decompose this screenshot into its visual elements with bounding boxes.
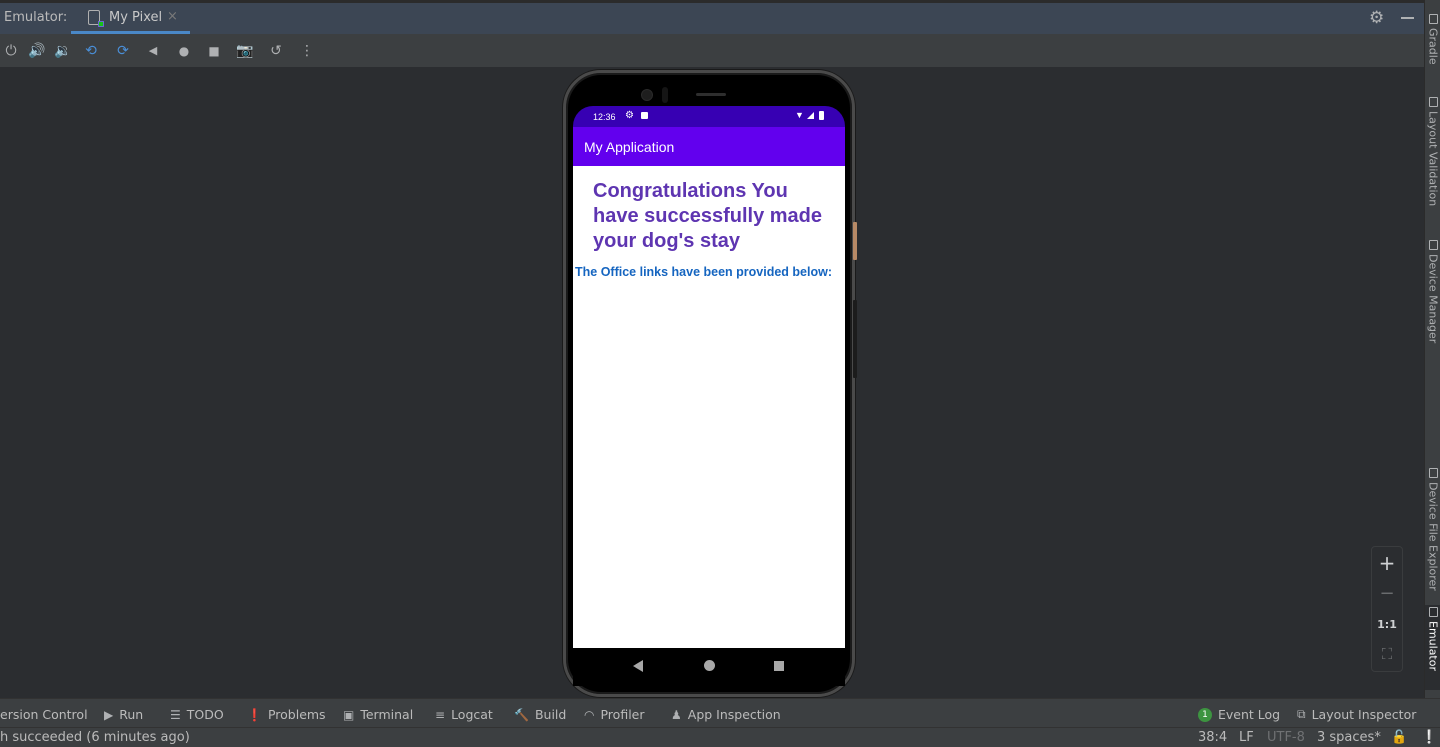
camera-icon[interactable]: 📷 bbox=[236, 42, 254, 60]
close-tab-icon[interactable]: × bbox=[167, 9, 178, 24]
status-time: 12:36 bbox=[593, 112, 616, 122]
tab-emulator[interactable]: Emulator bbox=[1425, 605, 1440, 690]
more-icon[interactable]: ⋮ bbox=[298, 42, 316, 60]
volume-down-icon[interactable]: 🔉 bbox=[54, 42, 72, 60]
tab-gradle[interactable]: Gradle bbox=[1425, 12, 1440, 65]
tool-app-inspection[interactable]: ♟ App Inspection bbox=[671, 707, 781, 722]
sensor bbox=[662, 87, 668, 103]
earpiece-speaker bbox=[696, 93, 726, 96]
zoom-controls: + − 1:1 ⛶ bbox=[1371, 546, 1403, 672]
file-encoding[interactable]: UTF-8 bbox=[1267, 730, 1305, 745]
fit-screen-button[interactable]: ⛶ bbox=[1372, 645, 1402, 663]
tab-my-pixel[interactable]: My Pixel × bbox=[71, 3, 190, 34]
android-status-bar: 12:36 ⚙ ▼ bbox=[573, 106, 845, 127]
layout-validation-icon bbox=[1428, 97, 1438, 107]
settings-notification-icon: ⚙ bbox=[625, 110, 634, 121]
notifications-icon[interactable]: ❕ bbox=[1421, 730, 1437, 745]
app-inspection-icon: ♟ bbox=[671, 707, 682, 722]
tab-layout-validation[interactable]: Layout Validation bbox=[1425, 95, 1440, 206]
event-count-badge: 1 bbox=[1198, 707, 1212, 722]
tool-layout-inspector[interactable]: ⧉ Layout Inspector bbox=[1297, 707, 1416, 722]
device-screen[interactable]: 12:36 ⚙ ▼ My Application Congratulations… bbox=[573, 106, 845, 686]
device-power-button[interactable] bbox=[853, 222, 857, 260]
nav-recents-icon[interactable] bbox=[774, 661, 784, 671]
tool-problems[interactable]: ❗ Problems bbox=[247, 707, 326, 722]
tool-terminal[interactable]: ▣ Terminal bbox=[343, 707, 413, 722]
status-message[interactable]: h succeeded (6 minutes ago) bbox=[0, 730, 190, 745]
home-icon[interactable]: ● bbox=[175, 42, 193, 60]
battery-icon bbox=[819, 111, 824, 120]
caret-position[interactable]: 38:4 bbox=[1198, 730, 1227, 745]
emulator-title-bar: Emulator: My Pixel × ⚙ bbox=[0, 3, 1424, 34]
notification-icon bbox=[641, 112, 648, 119]
terminal-icon: ▣ bbox=[343, 707, 355, 722]
office-links-text: The Office links have been provided belo… bbox=[575, 265, 833, 279]
actual-size-button[interactable]: 1:1 bbox=[1372, 618, 1402, 631]
right-tool-strip: Gradle Layout Validation Device Manager … bbox=[1424, 0, 1440, 698]
layout-inspector-icon: ⧉ bbox=[1297, 707, 1306, 721]
indent-setting[interactable]: 3 spaces* bbox=[1317, 730, 1381, 745]
gradle-icon bbox=[1428, 14, 1438, 24]
android-nav-bar bbox=[573, 648, 845, 686]
logcat-icon: ≡ bbox=[435, 707, 446, 722]
tool-todo[interactable]: ☰ TODO bbox=[170, 707, 224, 722]
power-icon[interactable]: ⏻ bbox=[2, 42, 20, 60]
tab-device-file-explorer[interactable]: Device File Explorer bbox=[1425, 466, 1440, 591]
device-frame: 12:36 ⚙ ▼ My Application Congratulations… bbox=[563, 70, 855, 697]
tool-version-control[interactable]: ersion Control bbox=[0, 707, 88, 722]
tab-device-manager[interactable]: Device Manager bbox=[1425, 238, 1440, 343]
camera-lens bbox=[641, 89, 653, 101]
lock-icon[interactable]: 🔓 bbox=[1391, 730, 1407, 745]
status-bar: h succeeded (6 minutes ago) 38:4 LF UTF-… bbox=[0, 727, 1440, 747]
line-separator[interactable]: LF bbox=[1239, 730, 1254, 745]
tool-logcat[interactable]: ≡ Logcat bbox=[435, 707, 493, 722]
emulator-toolbar: ⏻ 🔊 🔉 ⟲ ⟳ ◀ ● ■ 📷 ↺ ⋮ bbox=[0, 34, 1424, 67]
zoom-out-button[interactable]: − bbox=[1372, 583, 1402, 604]
tool-event-log[interactable]: 1 Event Log bbox=[1198, 707, 1280, 722]
todo-icon: ☰ bbox=[170, 707, 181, 722]
app-bar: My Application bbox=[573, 127, 845, 166]
problems-icon: ❗ bbox=[247, 707, 262, 722]
device-volume-button[interactable] bbox=[853, 300, 857, 378]
build-icon: 🔨 bbox=[514, 707, 529, 722]
emulator-label: Emulator: bbox=[4, 10, 68, 25]
rotate-left-icon[interactable]: ⟲ bbox=[82, 42, 100, 60]
back-icon[interactable]: ◀ bbox=[144, 42, 162, 60]
congratulations-headline: Congratulations You have successfully ma… bbox=[593, 180, 823, 252]
app-title: My Application bbox=[584, 139, 675, 155]
app-content: Congratulations You have successfully ma… bbox=[573, 166, 845, 648]
zoom-in-button[interactable]: + bbox=[1372, 551, 1402, 575]
gear-icon[interactable]: ⚙ bbox=[1369, 8, 1384, 28]
snapshot-icon[interactable]: ↺ bbox=[267, 42, 285, 60]
profiler-icon: ◠ bbox=[584, 707, 595, 722]
emulator-icon bbox=[1428, 607, 1438, 617]
minimize-icon[interactable] bbox=[1401, 17, 1414, 19]
nav-home-icon[interactable] bbox=[704, 660, 715, 671]
tool-build[interactable]: 🔨 Build bbox=[514, 707, 566, 722]
rotate-right-icon[interactable]: ⟳ bbox=[114, 42, 132, 60]
volume-up-icon[interactable]: 🔊 bbox=[28, 42, 46, 60]
device-manager-icon bbox=[1428, 240, 1438, 250]
nav-back-icon[interactable] bbox=[633, 660, 643, 672]
overview-icon[interactable]: ■ bbox=[205, 42, 223, 60]
run-icon: ▶ bbox=[104, 707, 114, 722]
tab-label: My Pixel bbox=[109, 10, 163, 25]
device-icon bbox=[88, 10, 104, 27]
tool-window-bar: ersion Control ▶ Run ☰ TODO ❗ Problems ▣ Ter… bbox=[0, 698, 1440, 727]
tool-run[interactable]: ▶ Run bbox=[104, 707, 143, 722]
signal-icon bbox=[807, 112, 814, 119]
tool-profiler[interactable]: ◠ Profiler bbox=[584, 707, 645, 722]
device-file-explorer-icon bbox=[1428, 468, 1438, 478]
wifi-icon: ▼ bbox=[795, 110, 804, 120]
